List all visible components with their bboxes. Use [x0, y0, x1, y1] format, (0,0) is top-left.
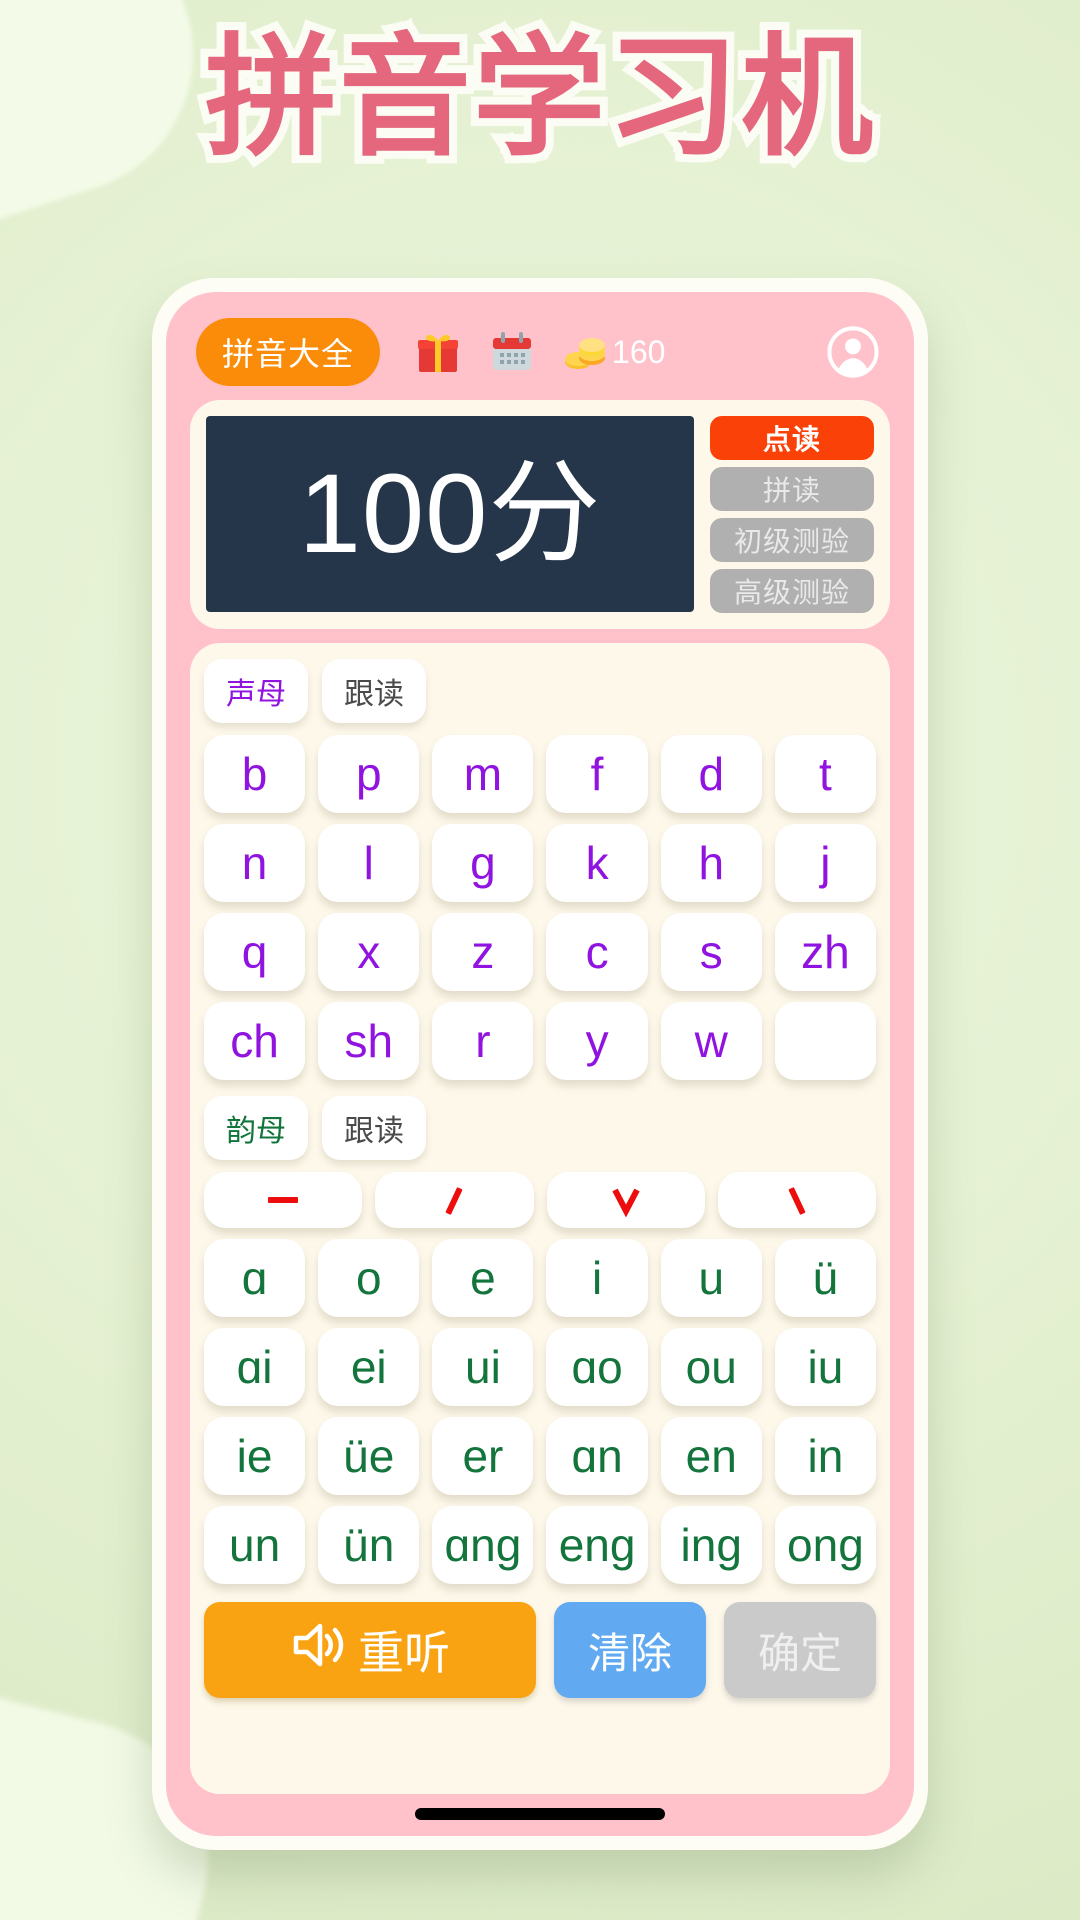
key-consonant[interactable]: ch: [204, 1002, 306, 1080]
key-vowel[interactable]: u: [660, 1239, 762, 1317]
key-consonant-empty[interactable]: [774, 1002, 876, 1080]
key-vowel[interactable]: ɑng: [432, 1506, 534, 1584]
key-consonant[interactable]: x: [318, 913, 420, 991]
score-value: 100分: [298, 451, 602, 576]
key-consonant[interactable]: h: [660, 824, 762, 902]
replay-button[interactable]: 重听: [204, 1602, 536, 1698]
mode-button-pin-du[interactable]: 拼读: [710, 467, 874, 511]
mode-button-column: 点读 拼读 初级测验 高级测验: [710, 416, 874, 613]
key-vowel[interactable]: eng: [546, 1506, 648, 1584]
topbar-icon-group: 160: [414, 328, 665, 376]
consonant-tab-row: 声母 跟读: [204, 659, 876, 723]
coin-balance[interactable]: 160: [562, 328, 665, 376]
phone-frame: 拼音大全 160 100分 点读 拼读 初级测验 高级测验 声母 跟读 b p …: [152, 278, 928, 1850]
key-vowel[interactable]: in: [774, 1417, 876, 1495]
home-indicator: [415, 1808, 665, 1820]
key-consonant[interactable]: l: [318, 824, 420, 902]
key-vowel[interactable]: ei: [318, 1328, 420, 1406]
key-vowel[interactable]: e: [432, 1239, 534, 1317]
account-circle-icon[interactable]: [826, 325, 880, 379]
key-vowel[interactable]: ou: [660, 1328, 762, 1406]
key-vowel[interactable]: ü: [774, 1239, 876, 1317]
tab-shengmu[interactable]: 声母: [204, 659, 308, 723]
confirm-button[interactable]: 确定: [724, 1602, 876, 1698]
action-button-row: 重听 清除 确定: [204, 1602, 876, 1698]
pinyin-library-button[interactable]: 拼音大全: [196, 318, 381, 386]
replay-button-label: 重听: [358, 1627, 450, 1679]
tone-2-acute-icon[interactable]: [375, 1172, 534, 1228]
key-consonant[interactable]: j: [774, 824, 876, 902]
calendar-icon[interactable]: [488, 328, 536, 376]
phone-screen: 拼音大全 160 100分 点读 拼读 初级测验 高级测验 声母 跟读 b p …: [166, 292, 914, 1836]
gift-icon[interactable]: [414, 328, 462, 376]
key-consonant[interactable]: w: [660, 1002, 762, 1080]
keyboard-card: 声母 跟读 b p m f d t n l g k h j q x z c s …: [190, 643, 890, 1794]
clear-button[interactable]: 清除: [554, 1602, 706, 1698]
key-consonant[interactable]: r: [432, 1002, 534, 1080]
key-vowel[interactable]: ing: [660, 1506, 762, 1584]
key-consonant[interactable]: s: [660, 913, 762, 991]
key-consonant[interactable]: m: [432, 735, 534, 813]
key-consonant[interactable]: b: [204, 735, 306, 813]
key-consonant[interactable]: n: [204, 824, 306, 902]
consonant-key-grid: b p m f d t n l g k h j q x z c s zh ch …: [204, 735, 876, 1080]
key-consonant[interactable]: k: [546, 824, 648, 902]
key-vowel[interactable]: ɑn: [546, 1417, 648, 1495]
mode-button-advanced-test[interactable]: 高级测验: [710, 569, 874, 613]
vowel-key-grid: ɑ o e i u ü ɑi ei ui ɑo ou iu ie üe er ɑ…: [204, 1239, 876, 1584]
home-indicator-area: [178, 1794, 902, 1820]
mode-button-dian-du[interactable]: 点读: [710, 416, 874, 460]
key-consonant[interactable]: p: [318, 735, 420, 813]
key-vowel[interactable]: un: [204, 1506, 306, 1584]
key-vowel[interactable]: ɑ: [204, 1239, 306, 1317]
key-vowel[interactable]: i: [546, 1239, 648, 1317]
score-display: 100分: [206, 416, 694, 612]
key-vowel[interactable]: ie: [204, 1417, 306, 1495]
mode-button-basic-test[interactable]: 初级测验: [710, 518, 874, 562]
tone-1-macron-icon[interactable]: [204, 1172, 363, 1228]
key-consonant[interactable]: sh: [318, 1002, 420, 1080]
key-consonant[interactable]: c: [546, 913, 648, 991]
key-vowel[interactable]: ong: [774, 1506, 876, 1584]
tone-3-caron-icon[interactable]: [546, 1172, 705, 1228]
tab-yunmu-follow-read[interactable]: 跟读: [322, 1096, 426, 1160]
key-vowel[interactable]: en: [660, 1417, 762, 1495]
key-vowel[interactable]: o: [318, 1239, 420, 1317]
key-vowel[interactable]: er: [432, 1417, 534, 1495]
coin-count-label: 160: [612, 333, 666, 370]
key-consonant[interactable]: z: [432, 913, 534, 991]
app-topbar: 拼音大全 160: [178, 304, 902, 400]
tab-shengmu-follow-read[interactable]: 跟读: [322, 659, 426, 723]
key-vowel[interactable]: ɑo: [546, 1328, 648, 1406]
key-consonant[interactable]: f: [546, 735, 648, 813]
tone-mark-row: [204, 1172, 876, 1228]
speaker-icon: [290, 1620, 346, 1681]
vowel-tab-row: 韵母 跟读: [204, 1096, 876, 1160]
key-vowel[interactable]: üe: [318, 1417, 420, 1495]
page-title: 拼音学习机: [197, 17, 881, 178]
tone-4-grave-icon[interactable]: [717, 1172, 876, 1228]
tab-yunmu[interactable]: 韵母: [204, 1096, 308, 1160]
coins-icon: [562, 328, 610, 376]
key-consonant[interactable]: g: [432, 824, 534, 902]
key-vowel[interactable]: iu: [774, 1328, 876, 1406]
key-vowel[interactable]: ui: [432, 1328, 534, 1406]
key-vowel[interactable]: ɑi: [204, 1328, 306, 1406]
key-consonant[interactable]: y: [546, 1002, 648, 1080]
key-vowel[interactable]: ün: [318, 1506, 420, 1584]
key-consonant[interactable]: t: [774, 735, 876, 813]
key-consonant[interactable]: d: [660, 735, 762, 813]
key-consonant[interactable]: q: [204, 913, 306, 991]
key-consonant[interactable]: zh: [774, 913, 876, 991]
score-panel: 100分 点读 拼读 初级测验 高级测验: [190, 400, 890, 629]
